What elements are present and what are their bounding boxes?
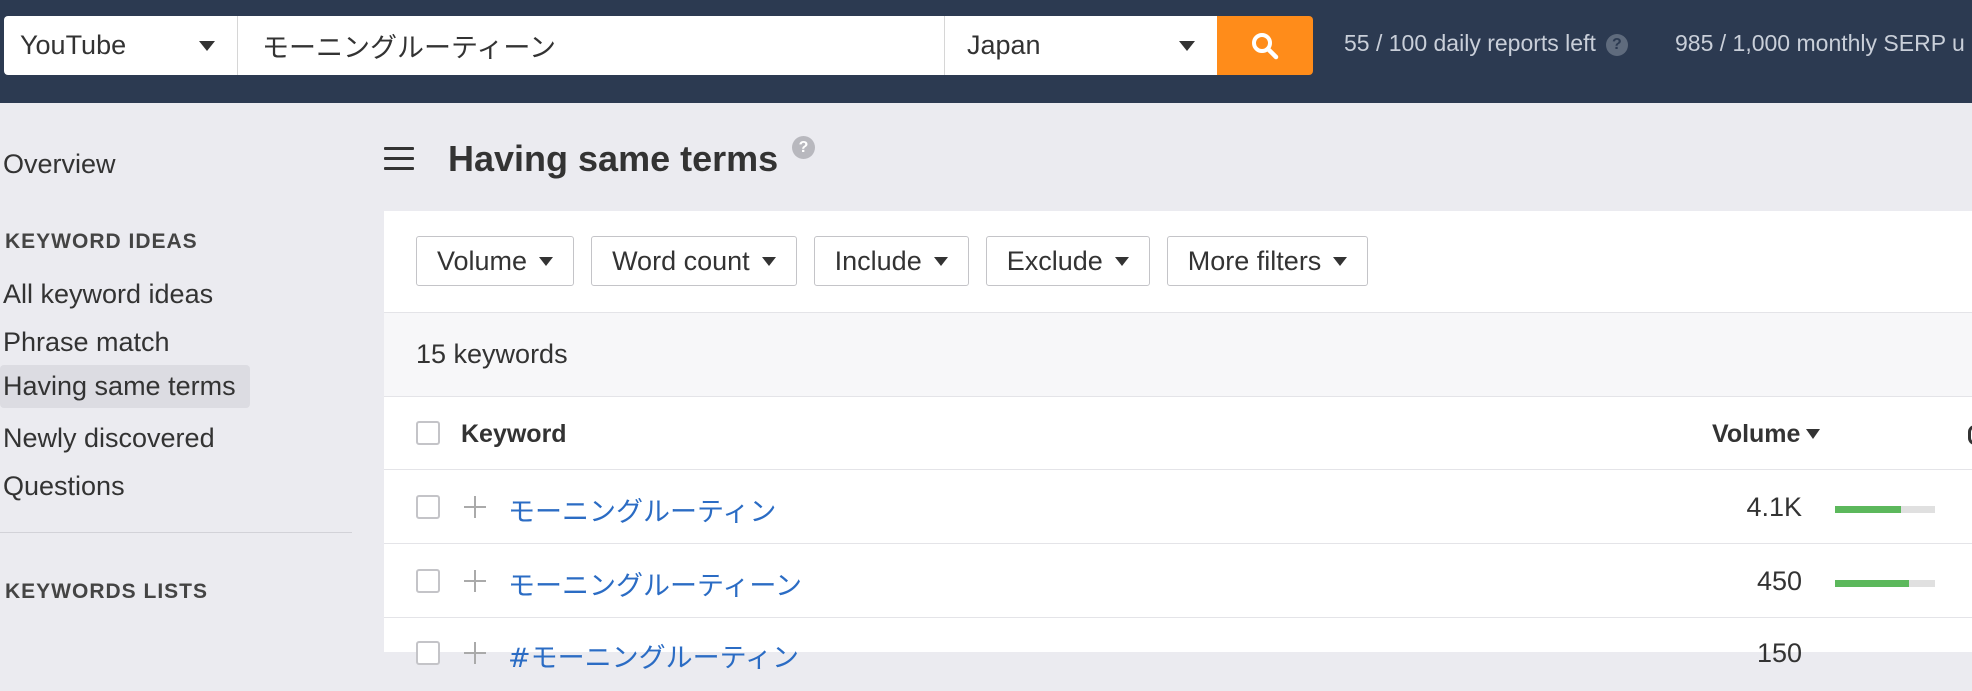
row-checkbox[interactable] xyxy=(416,569,440,593)
search-icon xyxy=(1252,32,1279,59)
filter-word-count-button[interactable]: Word count xyxy=(591,236,797,286)
volume-value: 4.1K xyxy=(1746,492,1802,522)
chevron-down-icon xyxy=(761,256,776,266)
page-title: Having same terms xyxy=(448,138,779,179)
add-icon[interactable] xyxy=(464,642,486,664)
search-input-value: モーニングルーティーン xyxy=(262,33,557,64)
search-button[interactable] xyxy=(1217,16,1313,75)
keyword-count: 15 keywords xyxy=(416,339,568,369)
country-select-value: Japan xyxy=(967,30,1041,60)
country-select[interactable]: Japan xyxy=(945,16,1217,75)
monthly-serp-text: 985 / 1,000 monthly SERP u xyxy=(1675,30,1965,56)
select-all-checkbox[interactable] xyxy=(416,421,440,445)
volume-bar-fill xyxy=(1835,580,1909,587)
sidebar: Overview KEYWORD IDEAS All keyword ideas… xyxy=(0,103,360,652)
sidebar-item-overview[interactable]: Overview xyxy=(0,143,119,186)
search-group: YouTube モーニングルーティーン Japan xyxy=(4,16,1313,75)
sidebar-item-phrase-match[interactable]: Phrase match xyxy=(0,321,173,364)
chevron-down-icon xyxy=(1114,256,1129,266)
volume-value: 150 xyxy=(1756,638,1802,668)
table-header: Keyword Volume xyxy=(384,396,1972,470)
chevron-down-icon xyxy=(933,256,948,266)
sidebar-item-questions[interactable]: Questions xyxy=(0,465,128,508)
chevron-down-icon xyxy=(539,256,554,266)
chevron-down-icon xyxy=(1179,40,1195,51)
filter-more-button[interactable]: More filters xyxy=(1166,236,1369,286)
add-icon[interactable] xyxy=(464,496,486,518)
table-row: モーニングルーティーン 450 xyxy=(384,544,1972,618)
volume-bar-fill xyxy=(1835,506,1901,513)
filter-label: Word count xyxy=(612,245,750,276)
daily-reports-text: 55 / 100 daily reports left xyxy=(1344,30,1596,56)
sidebar-divider xyxy=(0,532,352,533)
daily-reports-quota: 55 / 100 daily reports left? xyxy=(1344,30,1628,57)
help-icon[interactable]: ? xyxy=(1605,34,1628,56)
sort-desc-icon xyxy=(1806,429,1821,439)
row-checkbox[interactable] xyxy=(416,495,440,519)
filter-bar: Volume Word count Include Exclude More f… xyxy=(416,236,1369,286)
filter-label: More filters xyxy=(1187,245,1322,276)
keyword-link[interactable]: モーニングルーティン xyxy=(508,490,776,529)
results-panel: Volume Word count Include Exclude More f… xyxy=(384,211,1972,674)
filter-volume-button[interactable]: Volume xyxy=(416,236,575,286)
column-header-partial xyxy=(1968,425,1972,445)
add-icon[interactable] xyxy=(464,570,486,592)
keyword-link[interactable]: モーニングルーティーン xyxy=(508,564,802,603)
sidebar-item-all-keyword-ideas[interactable]: All keyword ideas xyxy=(0,273,216,316)
menu-icon[interactable] xyxy=(384,147,414,177)
sidebar-heading-keyword-ideas: KEYWORD IDEAS xyxy=(5,230,198,253)
search-input[interactable]: モーニングルーティーン xyxy=(238,16,945,75)
sidebar-heading-keywords-lists: KEYWORDS LISTS xyxy=(5,580,209,603)
keyword-link[interactable]: #モーニングルーティン xyxy=(508,636,799,675)
table-row: モーニングルーティン 4.1K xyxy=(384,470,1972,544)
column-header-volume-label: Volume xyxy=(1712,420,1801,448)
help-icon[interactable]: ? xyxy=(792,136,815,159)
sidebar-item-having-same-terms[interactable]: Having same terms xyxy=(0,365,250,408)
filter-label: Exclude xyxy=(1006,245,1103,276)
filter-label: Include xyxy=(834,245,922,276)
source-select[interactable]: YouTube xyxy=(4,16,238,75)
top-bar: YouTube モーニングルーティーン Japan 55 / 100 daily… xyxy=(0,0,1972,103)
column-header-volume[interactable]: Volume xyxy=(1712,420,1821,449)
filter-exclude-button[interactable]: Exclude xyxy=(985,236,1150,286)
keyword-count-bar: 15 keywords xyxy=(384,312,1972,397)
volume-bar xyxy=(1835,506,1935,513)
volume-bar xyxy=(1835,580,1935,587)
filter-include-button[interactable]: Include xyxy=(813,236,969,286)
monthly-serp-quota: 985 / 1,000 monthly SERP u xyxy=(1675,30,1965,57)
row-checkbox[interactable] xyxy=(416,641,440,665)
column-header-keyword[interactable]: Keyword xyxy=(461,420,567,449)
source-select-value: YouTube xyxy=(20,30,127,60)
chevron-down-icon xyxy=(1333,256,1348,266)
filter-label: Volume xyxy=(437,245,528,276)
chevron-down-icon xyxy=(199,40,215,51)
volume-value: 450 xyxy=(1756,566,1802,596)
sidebar-item-newly-discovered[interactable]: Newly discovered xyxy=(0,417,218,460)
